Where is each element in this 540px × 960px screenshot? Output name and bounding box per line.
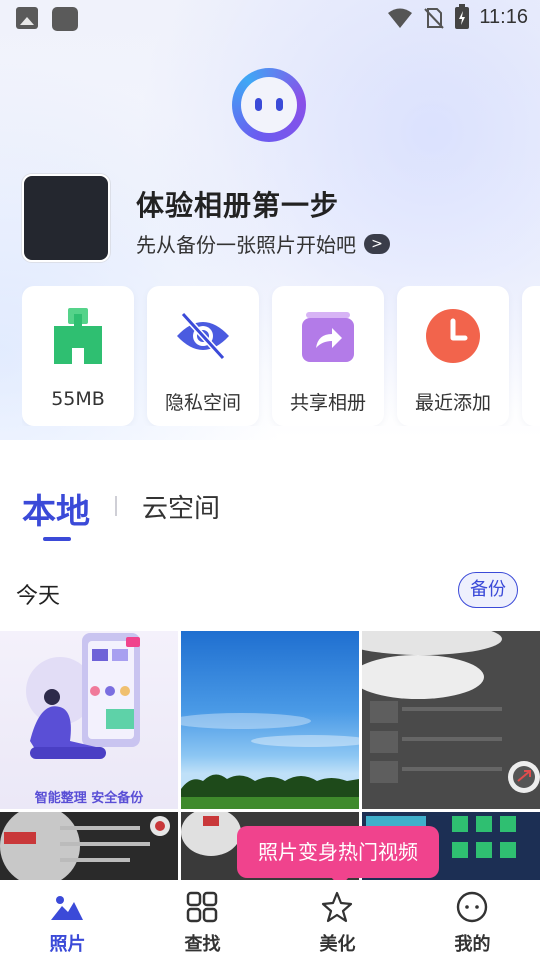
backup-button[interactable]: 备份 — [458, 572, 518, 608]
nav-search[interactable]: 查找 — [135, 880, 270, 960]
card-cleanup[interactable]: 55MB — [22, 286, 134, 426]
card-more[interactable] — [522, 286, 540, 426]
hidden-eye-icon — [177, 311, 229, 361]
promo-caption: 智能整理 安全备份 — [34, 791, 144, 806]
hero-title: 体验相册第一步 — [136, 189, 340, 222]
star-icon — [321, 891, 353, 923]
screenshot-content — [362, 631, 540, 793]
nav-photos[interactable]: 照片 — [0, 880, 135, 960]
nav-label: 美化 — [319, 934, 356, 955]
app-logo — [232, 68, 306, 142]
photo-thumbnail-sky[interactable] — [181, 631, 359, 809]
wifi-icon — [388, 8, 413, 28]
card-private-space[interactable]: 隐私空间 — [147, 286, 259, 426]
promo-illustration — [26, 633, 140, 759]
screenshot-content — [0, 812, 170, 882]
image-notification-icon — [16, 7, 38, 29]
card-recently-added[interactable]: 最近添加 — [397, 286, 509, 426]
feature-cards: 55MB 隐私空间 共享相册 最近添加 — [22, 286, 540, 426]
tab-cloud[interactable]: 云空间 — [142, 488, 220, 525]
photo-thumbnail-promo[interactable]: 智能整理 安全备份 — [0, 631, 178, 809]
bottom-navigation: 照片 查找 美化 我的 — [0, 880, 540, 960]
card-label: 55MB — [51, 388, 105, 410]
smiley-icon — [456, 891, 488, 923]
nav-label: 我的 — [454, 934, 491, 955]
grid-icon — [186, 891, 218, 923]
tab-local[interactable]: 本地 — [22, 484, 90, 533]
backup-preview-thumbnail[interactable] — [22, 174, 110, 262]
photo-thumbnail-screenshot[interactable] — [0, 812, 178, 882]
nav-label: 照片 — [49, 934, 86, 955]
section-date: 今天 — [16, 584, 61, 609]
share-album-icon — [302, 312, 354, 362]
no-sim-icon — [424, 7, 445, 29]
card-shared-album[interactable]: 共享相册 — [272, 286, 384, 426]
tab-active-indicator — [43, 537, 71, 541]
photo-mountain-icon — [51, 896, 83, 920]
hero-subtitle: 先从备份一张照片开始吧 — [136, 233, 356, 257]
sky-landscape — [181, 713, 359, 809]
chevron-right-icon: > — [364, 233, 390, 254]
nav-profile[interactable]: 我的 — [405, 880, 540, 960]
battery-icon — [455, 3, 470, 29]
tab-divider — [115, 496, 117, 516]
beautify-tooltip[interactable]: 照片变身热门视频 — [237, 826, 439, 887]
hero-subtitle-link[interactable]: 先从备份一张照片开始吧 > — [136, 229, 390, 258]
broom-clean-icon — [54, 308, 102, 364]
card-label: 隐私空间 — [164, 392, 241, 414]
photo-thumbnail-screenshot[interactable] — [362, 631, 540, 809]
status-time: 11:16 — [479, 6, 528, 28]
card-label: 最近添加 — [414, 392, 491, 414]
clock-icon — [426, 309, 480, 363]
status-bar: 11:16 — [0, 0, 540, 38]
nav-label: 查找 — [184, 934, 221, 955]
app-notification-icon — [52, 7, 78, 31]
nav-beautify[interactable]: 美化 — [270, 880, 405, 960]
card-label: 共享相册 — [289, 392, 366, 414]
